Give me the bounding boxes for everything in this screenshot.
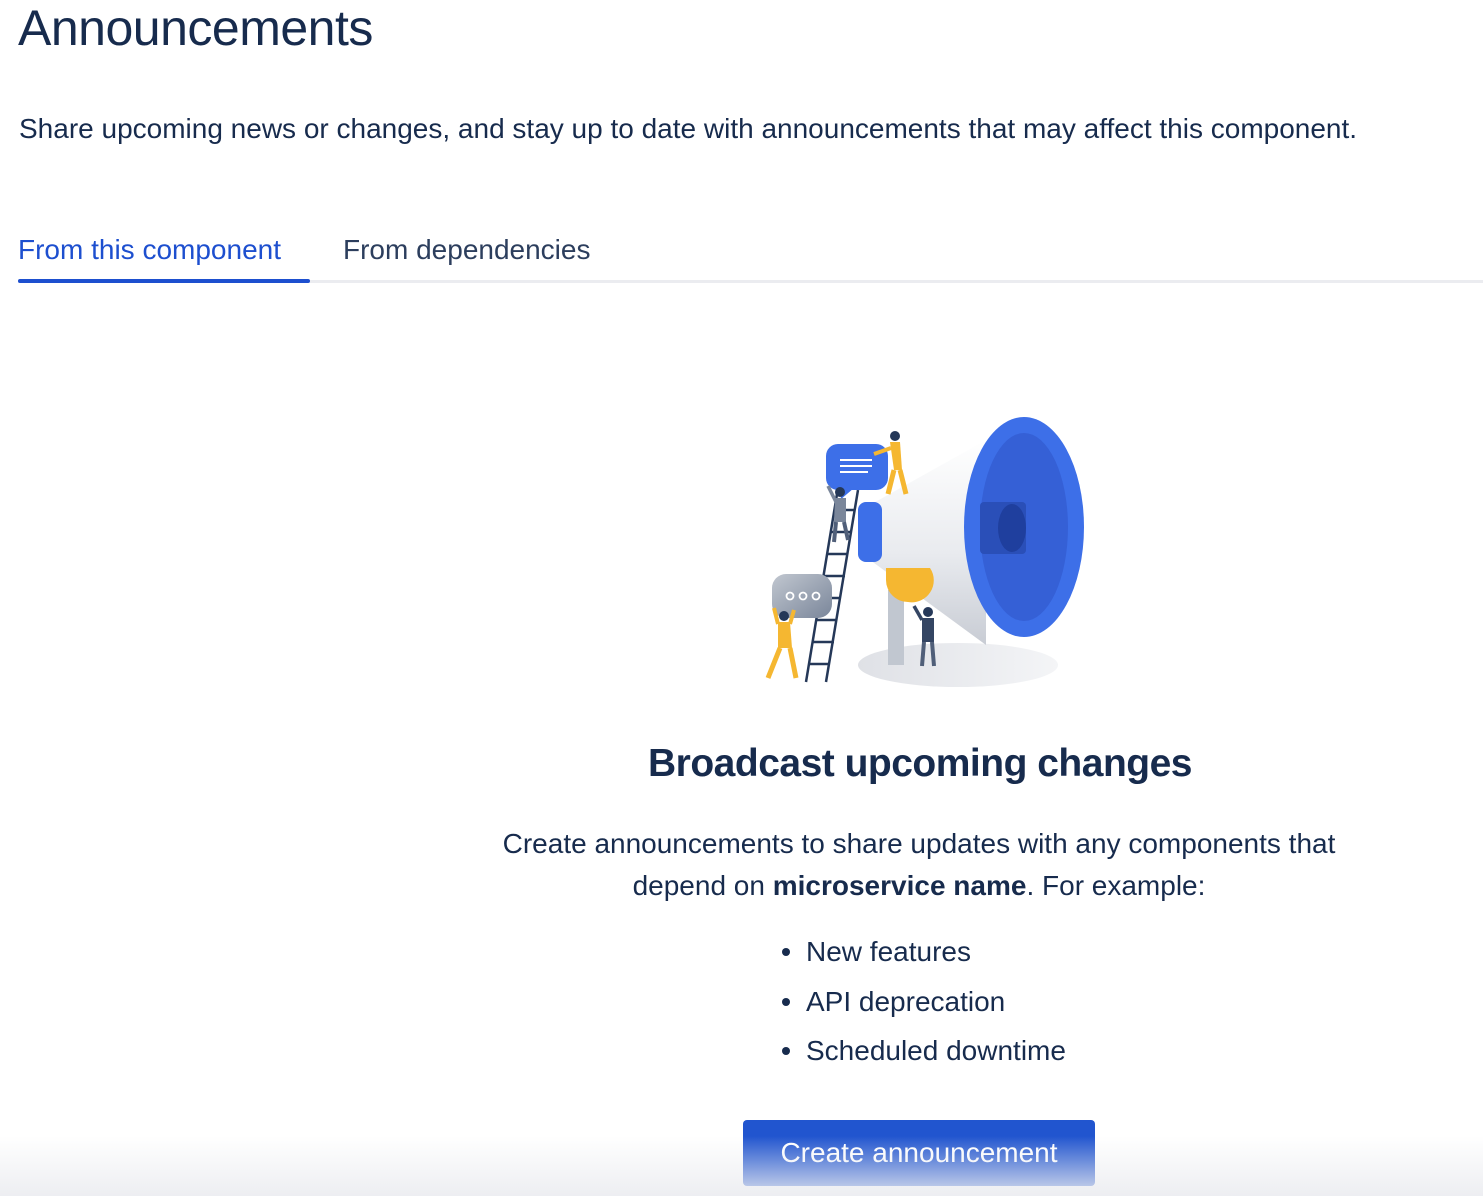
tab-label: From this component [18, 234, 281, 265]
bottom-fade [0, 1136, 1483, 1196]
list-item-text: New features [806, 936, 971, 967]
description-text-end: . For example: [1026, 870, 1206, 901]
announcements-page: Announcements Share upcoming news or cha… [0, 0, 1483, 1196]
megaphone-back [858, 502, 882, 562]
stand-pole [888, 590, 904, 665]
create-announcement-button[interactable]: Create announcement [743, 1120, 1095, 1186]
tab-list: From this component From dependencies [18, 225, 1483, 283]
person-bottom-figure [765, 607, 799, 679]
page-title: Announcements [18, 0, 373, 56]
component-name: microservice name [772, 870, 1027, 901]
bullet-icon [782, 948, 790, 956]
list-item: New features [780, 927, 1066, 977]
bullet-icon [782, 997, 790, 1006]
empty-state-heading: Broadcast upcoming changes [648, 742, 1192, 785]
tab-from-this-component[interactable]: From this component [18, 225, 310, 283]
list-item: Scheduled downtime [780, 1026, 1066, 1076]
selected-tab-indicator [18, 279, 310, 283]
examples-list: New features API deprecation Scheduled d… [780, 927, 1066, 1076]
megaphone-core [998, 504, 1026, 552]
list-item: API deprecation [780, 977, 1066, 1027]
tab-from-dependencies[interactable]: From dependencies [343, 225, 590, 283]
empty-state-description: Create announcements to share updates wi… [460, 823, 1378, 907]
speech-bubble-grey [772, 574, 832, 618]
tab-label: From dependencies [343, 234, 591, 265]
bullet-icon [782, 1047, 790, 1055]
list-item-text: Scheduled downtime [806, 1035, 1066, 1066]
megaphone-illustration [765, 417, 1084, 687]
list-item-text: API deprecation [806, 985, 1006, 1017]
page-description: Share upcoming news or changes, and stay… [19, 113, 1358, 144]
